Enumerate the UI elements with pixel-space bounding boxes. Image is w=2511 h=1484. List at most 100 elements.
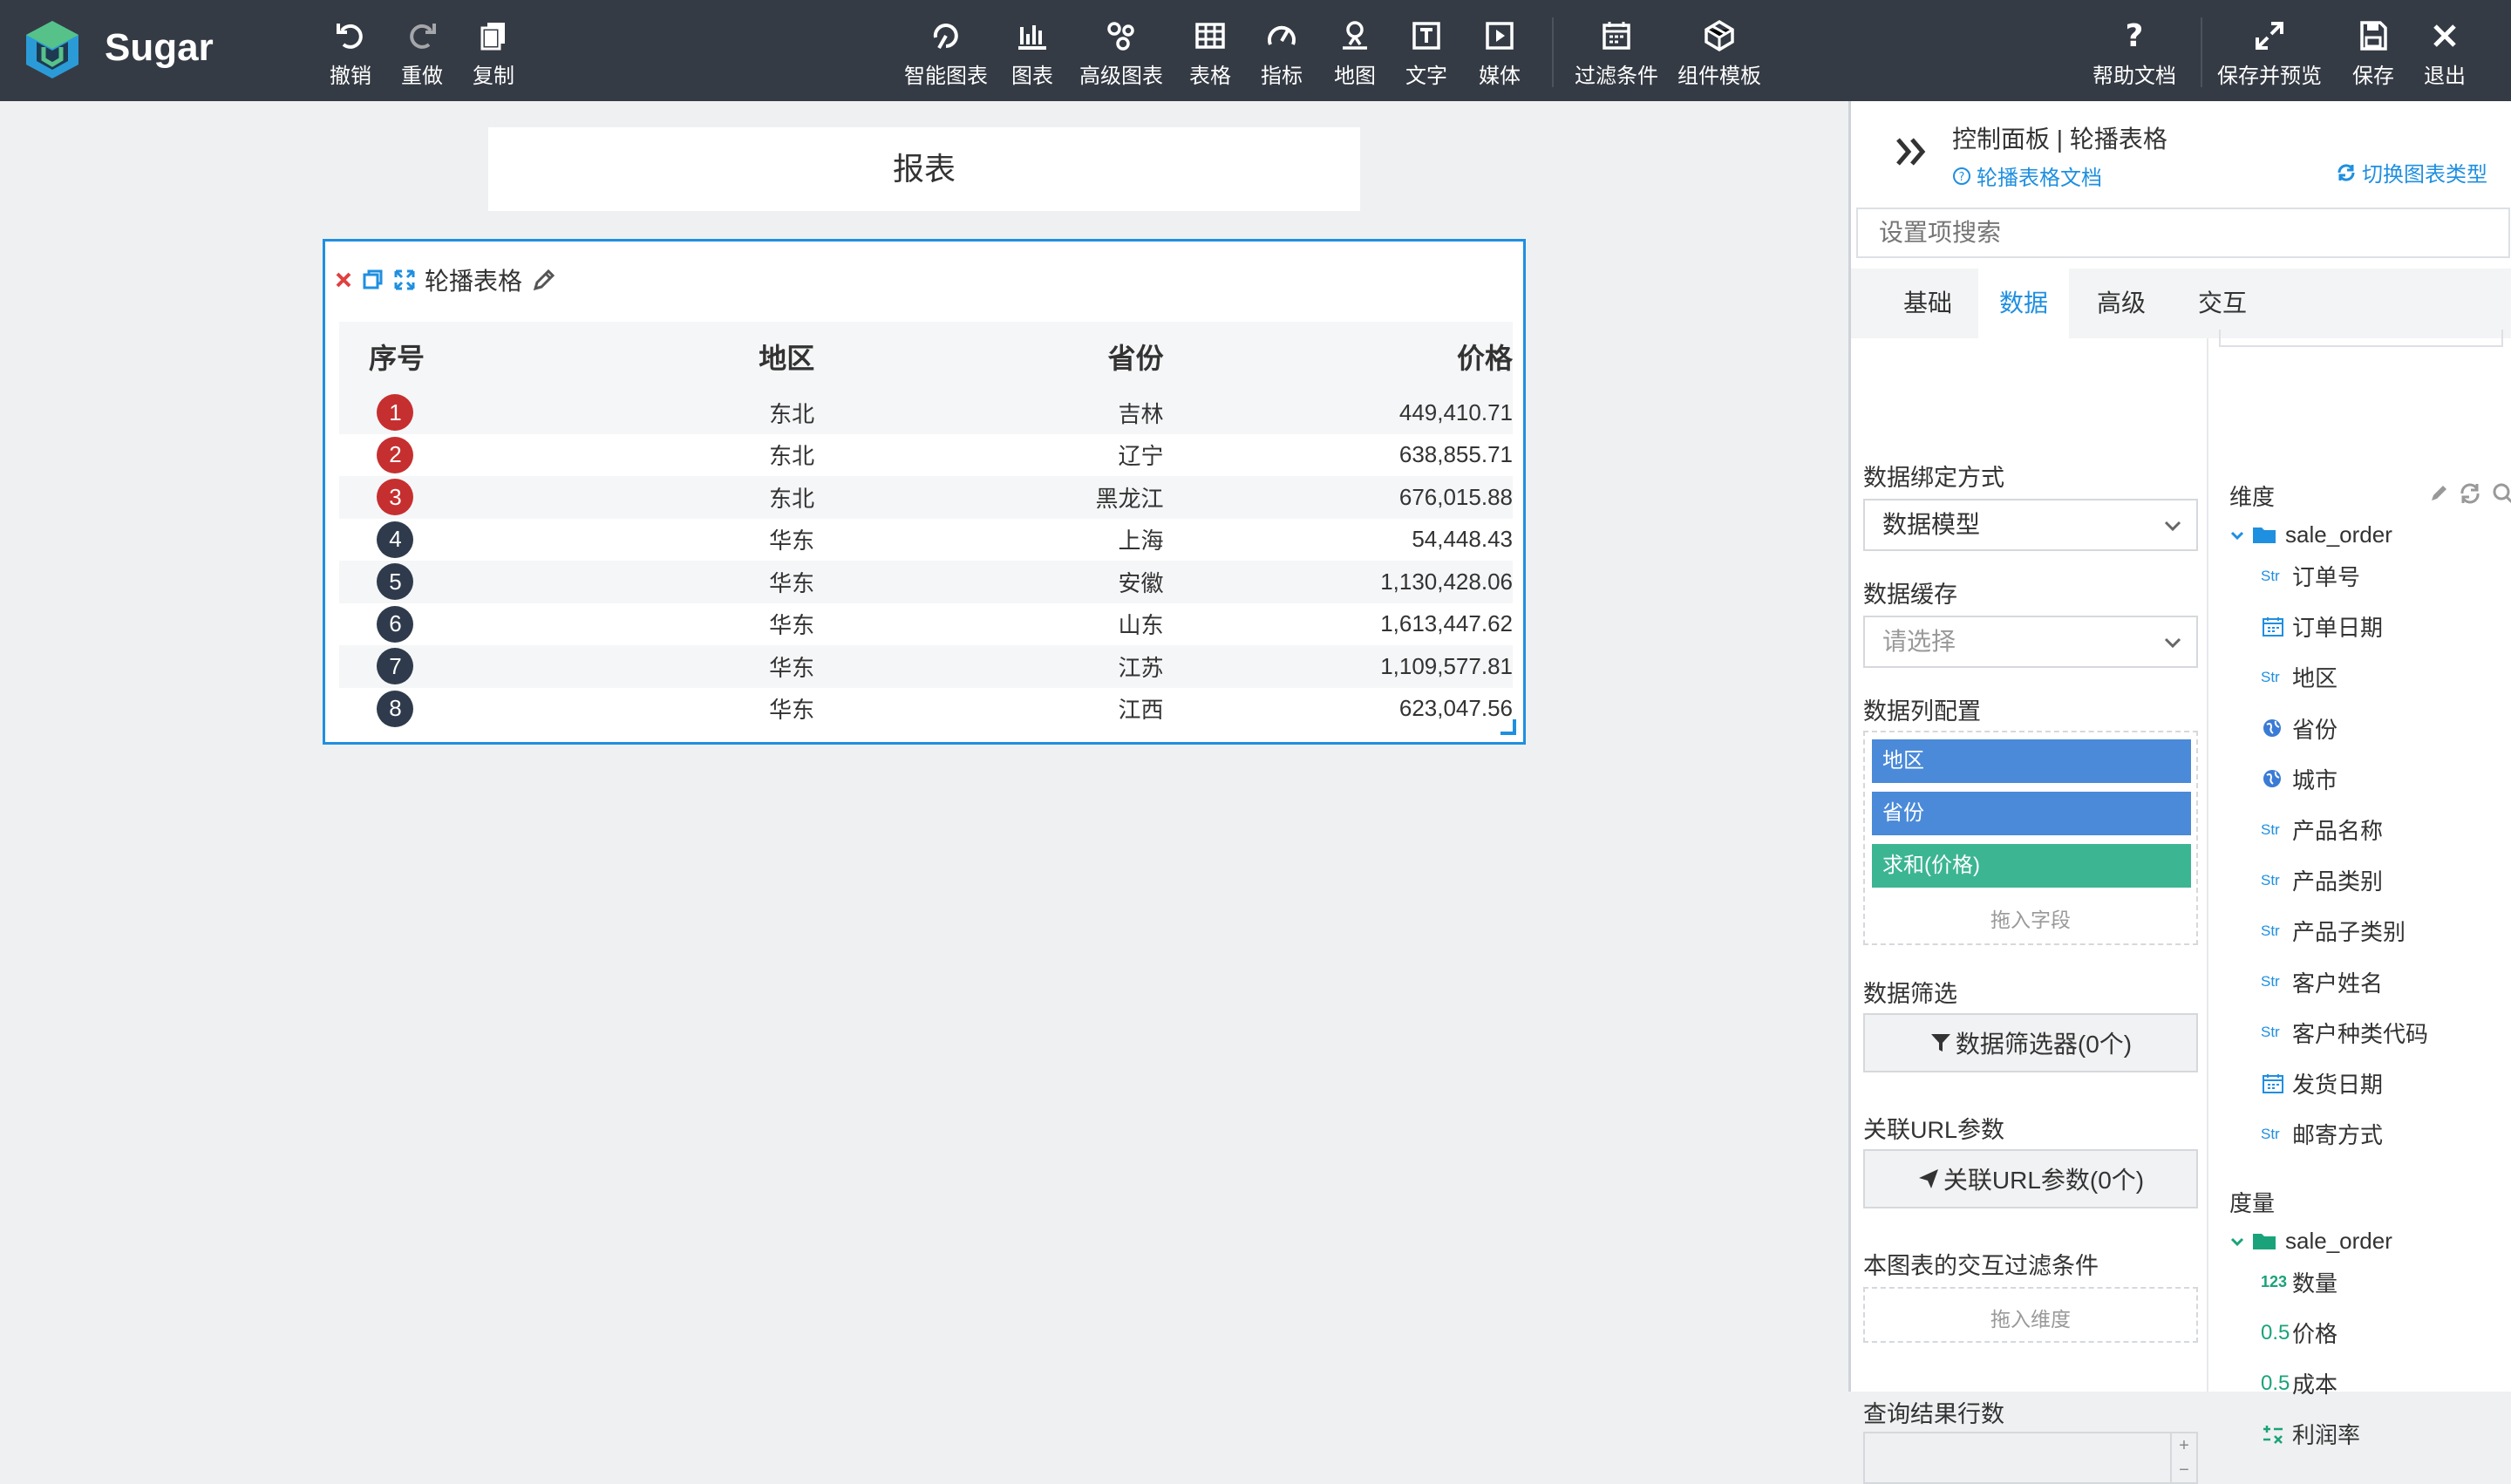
toolbar-copy-button[interactable]: 复制 <box>459 16 528 89</box>
url-param-button[interactable]: 关联URL参数(0个) <box>1863 1149 2198 1208</box>
toolbar-undo-button[interactable]: 撤销 <box>316 16 385 89</box>
edit-icon[interactable] <box>2428 481 2451 504</box>
field-name: 地区 <box>2292 665 2338 692</box>
data-filter-button[interactable]: 数据筛选器(0个) <box>1863 1013 2198 1072</box>
map-pin-icon <box>1343 20 1367 50</box>
dimension-field[interactable]: 订单日期 <box>2261 610 2383 643</box>
widget-title: 轮播表格 <box>425 268 523 295</box>
column-chip[interactable]: 省份 <box>1872 792 2191 835</box>
dimension-field[interactable]: Str 产品类别 <box>2261 864 2383 896</box>
resize-handle[interactable] <box>1500 719 1516 735</box>
settings-search-input[interactable] <box>1856 208 2510 258</box>
number-stepper[interactable]: + − <box>2170 1433 2196 1482</box>
dimension-folder[interactable]: sale_order <box>2229 521 2392 548</box>
measures-label: 度量 <box>2229 1190 2276 1216</box>
measure-field[interactable]: 0.5 价格 <box>2261 1317 2337 1349</box>
doc-link[interactable]: ? 轮播表格文档 <box>1952 160 2102 191</box>
dimensions-label: 维度 <box>2229 484 2276 510</box>
dimension-field[interactable]: 城市 <box>2261 763 2337 795</box>
column-chip[interactable]: 地区 <box>1872 739 2191 783</box>
dimension-field[interactable]: 发货日期 <box>2261 1067 2383 1099</box>
dimension-field[interactable]: 省份 <box>2261 712 2337 745</box>
field-name: 数量 <box>2292 1270 2338 1297</box>
table-header: 序号 地区 省份 价格 <box>339 322 1513 391</box>
price-cell: 54,448.43 <box>1412 526 1513 553</box>
measure-field[interactable]: 123 数量 <box>2261 1266 2337 1298</box>
toolbar-redo-button[interactable]: 重做 <box>387 16 457 89</box>
search-icon[interactable] <box>2491 481 2511 506</box>
toolbar-close-button[interactable]: 退出 <box>2408 16 2481 89</box>
binding-select[interactable]: 数据模型 <box>1863 499 2198 551</box>
filter-icon <box>1930 1034 1950 1052</box>
table-row: 5 华东 安徽 1,130,428.06 <box>339 561 1513 603</box>
doc-link-label: 轮播表格文档 <box>1977 167 2102 190</box>
toolbar-save-button[interactable]: 保存 <box>2337 16 2410 89</box>
smart-chart-icon <box>933 23 958 49</box>
tab-basic[interactable]: 基础 <box>1877 269 1978 338</box>
collapse-panel-icon[interactable] <box>1895 136 1929 167</box>
carousel-table-widget[interactable]: 轮播表格 序号 地区 省份 价格 1 东北 吉林 449,410.71 2 东北 辽宁 638… <box>323 239 1526 745</box>
delete-icon[interactable] <box>334 270 353 289</box>
media-icon-wrap <box>1482 16 1517 55</box>
row-number-cell: 7 <box>339 648 452 685</box>
table-row: 2 东北 辽宁 638,855.71 <box>339 434 1513 477</box>
folder-open-icon <box>2253 1233 2276 1249</box>
tab-advanced[interactable]: 高级 <box>2069 269 2174 338</box>
toolbar-label: 表格 <box>1189 65 1231 88</box>
dimension-field[interactable]: Str 客户姓名 <box>2261 966 2383 998</box>
duplicate-icon[interactable] <box>362 269 384 291</box>
field-search-box[interactable] <box>2219 330 2503 347</box>
edit-pencil-icon[interactable] <box>531 267 557 293</box>
dimension-field[interactable]: Str 地区 <box>2261 661 2337 693</box>
measure-folder[interactable]: sale_order <box>2229 1228 2392 1255</box>
rank-badge: 2 <box>377 436 414 473</box>
column-chip[interactable]: 求和(价格) <box>1872 844 2191 888</box>
report-title[interactable]: 报表 <box>488 127 1360 211</box>
toolbar-preview-button[interactable]: 保存并预览 <box>2211 16 2328 89</box>
columns-dropzone[interactable]: 地区 省份 求和(价格) 拖入字段 <box>1863 731 2198 945</box>
toolbar-advanced-chart-button[interactable]: 高级图表 <box>1074 16 1168 89</box>
table-row: 4 华东 上海 54,448.43 <box>339 519 1513 562</box>
preview-icon <box>2256 21 2283 50</box>
toolbar-component-template-button[interactable]: 组件模板 <box>1671 16 1768 89</box>
toolbar-table-button[interactable]: 表格 <box>1174 16 1247 89</box>
text-icon-wrap <box>1409 16 1444 55</box>
toolbar-map-pin-button[interactable]: 地图 <box>1318 16 1392 89</box>
toolbar-label: 保存 <box>2352 65 2394 88</box>
integer-type-icon: 123 <box>2261 1273 2288 1290</box>
row-number-cell: 5 <box>339 563 452 601</box>
toolbar-help-button[interactable]: ? 帮助文档 <box>2086 16 2183 89</box>
switch-chart-type-label: 切换图表类型 <box>2362 163 2487 187</box>
toolbar-label: 媒体 <box>1479 65 1521 88</box>
interaction-dimension-dropzone[interactable]: 拖入维度 <box>1863 1287 2198 1343</box>
dimension-field[interactable]: Str 订单号 <box>2261 560 2360 592</box>
toolbar-smart-chart-button[interactable]: 智能图表 <box>898 16 994 89</box>
toolbar-filter-calendar-button[interactable]: 过滤条件 <box>1568 16 1665 89</box>
toolbar-label: 保存并预览 <box>2217 65 2322 88</box>
dimension-field[interactable]: Str 产品子类别 <box>2261 915 2406 947</box>
tab-data[interactable]: 数据 <box>1978 269 2069 338</box>
toolbar-media-button[interactable]: 媒体 <box>1463 16 1536 89</box>
toolbar-text-button[interactable]: 文字 <box>1390 16 1463 89</box>
dimension-field[interactable]: Str 产品名称 <box>2261 813 2383 846</box>
toolbar-gauge-button[interactable]: 指标 <box>1245 16 1318 89</box>
toolbar-bar-chart-button[interactable]: 图表 <box>996 16 1069 89</box>
preview-icon-wrap <box>2252 16 2287 55</box>
measure-field[interactable]: 0.5 成本 <box>2261 1367 2337 1399</box>
cache-select[interactable]: 请选择 <box>1863 616 2198 668</box>
filter-calendar-icon-wrap <box>1599 16 1634 55</box>
province-cell: 江苏 <box>1118 654 1164 681</box>
advanced-chart-icon <box>1107 21 1134 51</box>
save-icon <box>2360 20 2387 51</box>
fullscreen-icon[interactable] <box>393 269 416 291</box>
refresh-icon[interactable] <box>2458 481 2482 506</box>
dimension-field[interactable]: Str 邮寄方式 <box>2261 1118 2383 1150</box>
column-header-province: 省份 <box>1107 343 1164 374</box>
tab-interaction[interactable]: 交互 <box>2174 269 2271 338</box>
switch-chart-type-link[interactable]: 切换图表类型 <box>2336 157 2487 187</box>
measure-field[interactable]: 利润率 <box>2261 1418 2360 1450</box>
calendar-icon <box>2263 1073 2283 1093</box>
dimension-field[interactable]: Str 客户种类代码 <box>2261 1017 2428 1049</box>
toolbar-label: 地图 <box>1334 65 1376 88</box>
result-rows-input[interactable]: + − <box>1863 1432 2198 1484</box>
